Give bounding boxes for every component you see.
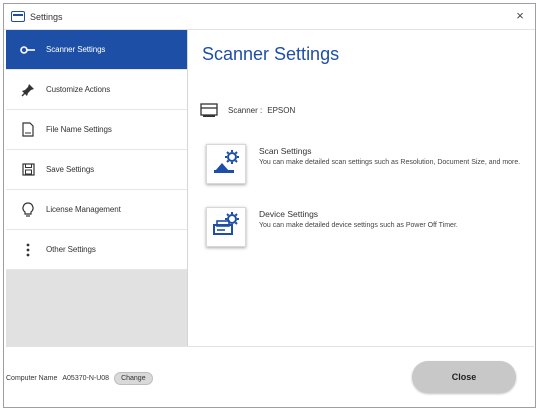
sidebar-item-label: License Management	[46, 205, 121, 214]
sidebar-item-label: Save Settings	[46, 165, 95, 174]
window-title: Settings	[30, 11, 63, 22]
device-settings-text: Device Settings You can make detailed de…	[259, 207, 529, 230]
title-bar: Settings ×	[4, 4, 535, 30]
page-title: Scanner Settings	[202, 44, 340, 64]
sidebar-divider	[187, 30, 188, 346]
sidebar-item-scanner-settings[interactable]: Scanner Settings	[6, 30, 187, 70]
sidebar-item-file-name-settings[interactable]: File Name Settings	[6, 110, 187, 150]
close-button[interactable]: Close	[412, 361, 516, 393]
scan-settings-option[interactable]: Scan Settings You can make detailed scan…	[206, 144, 529, 184]
save-disk-icon	[20, 162, 36, 178]
change-button[interactable]: Change	[114, 372, 153, 385]
scanner-name: EPSON	[267, 105, 296, 115]
sidebar-item-customize-actions[interactable]: Customize Actions	[6, 70, 187, 110]
scanner-label: Scanner :	[228, 105, 263, 115]
app-window-icon	[11, 11, 25, 22]
scan-settings-text: Scan Settings You can make detailed scan…	[259, 144, 529, 167]
computer-name-area: Computer Name A05370-N-U08 Change	[6, 372, 153, 385]
footer-divider	[6, 346, 534, 347]
main-content: Scanner Settings Scanner : EPSON Scan Se…	[200, 30, 525, 346]
scan-settings-title: Scan Settings	[259, 146, 312, 156]
scanner-connection-icon	[20, 42, 36, 58]
computer-name-label: Computer Name	[6, 375, 58, 382]
sidebar-item-license-management[interactable]: License Management	[6, 190, 187, 230]
lightbulb-icon	[20, 202, 36, 218]
sidebar: Scanner Settings Customize Actions File …	[6, 30, 187, 346]
device-settings-button[interactable]	[206, 207, 246, 247]
device-settings-icon	[212, 211, 240, 244]
device-settings-option[interactable]: Device Settings You can make detailed de…	[206, 207, 529, 247]
scanner-device-icon	[200, 102, 218, 118]
sidebar-item-label: Customize Actions	[46, 85, 111, 94]
sidebar-item-label: Scanner Settings	[46, 45, 106, 54]
scan-settings-description: You can make detailed scan settings such…	[259, 159, 521, 166]
scan-settings-icon	[212, 148, 240, 181]
sidebar-item-other-settings[interactable]: Other Settings	[6, 230, 187, 270]
more-vertical-icon	[20, 242, 36, 258]
device-settings-title: Device Settings	[259, 209, 319, 219]
scan-settings-button[interactable]	[206, 144, 246, 184]
push-pin-icon	[20, 82, 36, 98]
device-settings-description: You can make detailed device settings su…	[259, 222, 458, 229]
scanner-info: Scanner : EPSON	[200, 102, 295, 118]
sidebar-item-save-settings[interactable]: Save Settings	[6, 150, 187, 190]
computer-name-value: A05370-N-U08	[62, 375, 110, 382]
document-icon	[20, 122, 36, 138]
sidebar-item-label: File Name Settings	[46, 125, 112, 134]
window-close-button[interactable]: ×	[512, 8, 528, 24]
sidebar-item-label: Other Settings	[46, 245, 96, 254]
